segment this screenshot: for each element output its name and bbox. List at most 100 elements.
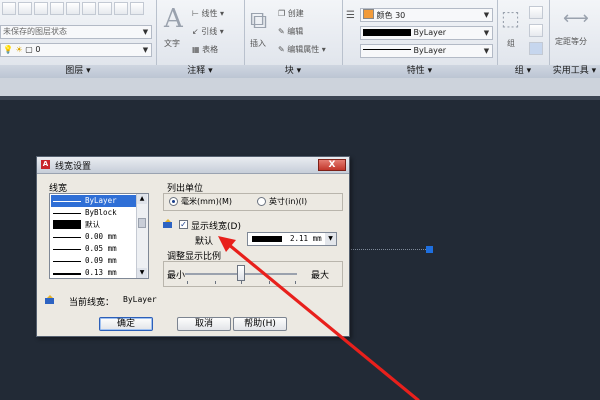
annotation-panel-title[interactable]: 注释 ▾ bbox=[156, 65, 244, 78]
scale-max-label: 最大 bbox=[311, 271, 330, 281]
display-lineweight-checkbox[interactable]: ✓ bbox=[179, 220, 188, 229]
layer-tool-button[interactable] bbox=[98, 2, 112, 15]
scale-slider-thumb[interactable] bbox=[237, 265, 245, 281]
utilities-panel: ⟷ 定距等分 实用工具 ▾ bbox=[549, 0, 600, 78]
chevron-down-icon: ▼ bbox=[142, 46, 149, 54]
layer-tool-button[interactable] bbox=[66, 2, 80, 15]
dialog-title: 线宽设置 bbox=[55, 162, 92, 172]
line-sample bbox=[53, 220, 81, 229]
thick-line-icon bbox=[363, 29, 411, 36]
list-item[interactable]: ByLayer bbox=[51, 195, 138, 207]
table-button[interactable]: ▦ 表格 bbox=[192, 44, 218, 55]
color-square-icon: ▢ bbox=[25, 45, 33, 54]
group-select-button[interactable] bbox=[529, 42, 543, 55]
slider-tick bbox=[241, 281, 242, 284]
create-block-button[interactable]: ❐ 创建 bbox=[278, 8, 304, 19]
table-icon: ▦ bbox=[192, 45, 200, 54]
ok-button[interactable]: 确定 bbox=[99, 317, 153, 331]
radio-inch-label[interactable]: 英寸(in)(I) bbox=[269, 196, 307, 207]
block-panel: ⧉ 插入 ❐ 创建 ✎ 编辑 ✎ 编辑属性 ▾ 块 ▾ bbox=[244, 0, 343, 78]
insert-block-icon[interactable]: ⧉ bbox=[250, 6, 267, 34]
current-lineweight-label: 当前线宽： bbox=[69, 298, 115, 308]
group-label[interactable]: 组 bbox=[507, 38, 515, 49]
group-panel-title[interactable]: 组 ▾ bbox=[497, 65, 549, 78]
color-combo[interactable]: 颜色 30 ▼ bbox=[360, 8, 493, 22]
layer-tool-button[interactable] bbox=[2, 2, 16, 15]
insert-label[interactable]: 插入 bbox=[250, 38, 266, 49]
list-scrollbar[interactable]: ▲ ▼ bbox=[136, 194, 148, 278]
dialog-titlebar[interactable]: A 线宽设置 X bbox=[37, 157, 349, 174]
current-icon-graphic bbox=[45, 295, 54, 304]
radio-mm-label[interactable]: 毫米(mm)(M) bbox=[181, 196, 232, 207]
autocad-logo-icon: A bbox=[41, 160, 50, 169]
ungroup-button[interactable] bbox=[529, 6, 543, 19]
layers-panel-title[interactable]: 图层 ▾ bbox=[0, 65, 156, 78]
current-lineweight-value: ByLayer bbox=[123, 295, 157, 304]
slider-tick bbox=[295, 281, 296, 284]
radio-mm[interactable] bbox=[169, 197, 178, 206]
line-sample bbox=[53, 249, 81, 250]
list-item[interactable]: 默认 bbox=[51, 219, 138, 231]
measure-label[interactable]: 定距等分 bbox=[555, 36, 587, 47]
list-item[interactable]: 0.13 mm bbox=[51, 267, 138, 278]
list-item[interactable]: 0.00 mm bbox=[51, 231, 138, 243]
scroll-up-icon[interactable]: ▲ bbox=[137, 194, 147, 204]
edit-attributes-button[interactable]: ✎ 编辑属性 ▾ bbox=[278, 44, 326, 55]
utilities-panel-title[interactable]: 实用工具 ▾ bbox=[549, 65, 600, 78]
chevron-down-icon: ▼ bbox=[483, 29, 490, 37]
match-properties-icon[interactable]: ☰ bbox=[346, 10, 355, 21]
measure-icon[interactable]: ⟷ bbox=[563, 8, 589, 29]
close-button[interactable]: X bbox=[318, 159, 346, 171]
text-icon[interactable]: A bbox=[164, 4, 183, 34]
group-panel: ⬚ 组 组 ▾ bbox=[497, 0, 550, 78]
chevron-down-icon: ▼ bbox=[142, 28, 149, 36]
text-tool-label[interactable]: 文字 bbox=[164, 38, 180, 49]
list-item[interactable]: ByBlock bbox=[51, 207, 138, 219]
edit-block-button[interactable]: ✎ 编辑 bbox=[278, 26, 303, 37]
sun-icon: ☀ bbox=[15, 45, 23, 54]
group-icon[interactable]: ⬚ bbox=[501, 6, 520, 30]
lineweight-display-icon bbox=[163, 219, 174, 229]
edit-icon: ✎ bbox=[278, 27, 285, 36]
layer-tool-button[interactable] bbox=[34, 2, 48, 15]
scroll-down-icon[interactable]: ▼ bbox=[137, 268, 147, 278]
help-button[interactable]: 帮助(H) bbox=[233, 317, 287, 331]
lineweight-list[interactable]: ByLayer ByBlock 默认 0.00 mm 0.05 mm 0.09 … bbox=[49, 193, 149, 279]
chevron-down-icon: ▼ bbox=[483, 47, 490, 55]
line-sample bbox=[53, 201, 81, 202]
linetype-combo[interactable]: ByLayer ▼ bbox=[360, 44, 493, 58]
layer-tool-button[interactable] bbox=[50, 2, 64, 15]
linear-dim-button[interactable]: ⊢ 线性 ▾ bbox=[192, 8, 224, 19]
list-item[interactable]: 0.09 mm bbox=[51, 255, 138, 267]
display-icon-graphic bbox=[163, 219, 172, 228]
lineweight-combo[interactable]: ByLayer ▼ bbox=[360, 26, 493, 40]
tab-strip-edge bbox=[0, 96, 600, 100]
radio-inch[interactable] bbox=[257, 197, 266, 206]
leader-button[interactable]: ↙ 引线 ▾ bbox=[192, 26, 224, 37]
thin-line-icon bbox=[363, 49, 411, 50]
block-panel-title[interactable]: 块 ▾ bbox=[244, 65, 342, 78]
display-lineweight-label[interactable]: 显示线宽(D) bbox=[191, 219, 241, 232]
layer-tool-button[interactable] bbox=[82, 2, 96, 15]
attribute-icon: ✎ bbox=[278, 45, 285, 54]
layer-state-combo[interactable]: 未保存的图层状态 ▼ bbox=[0, 25, 152, 39]
default-lineweight-dropdown[interactable]: 2.11 mm ▼ bbox=[247, 232, 337, 246]
layer-combo[interactable]: 💡 ☀ ▢ 0 ▼ bbox=[0, 43, 152, 57]
cancel-button[interactable]: 取消 bbox=[177, 317, 231, 331]
selected-line-object[interactable] bbox=[348, 249, 428, 250]
lineweight-settings-dialog: A 线宽设置 X 线宽 ByLayer ByBlock 默认 0.00 mm 0… bbox=[36, 156, 350, 337]
properties-panel-title[interactable]: 特性 ▾ bbox=[342, 65, 497, 78]
line-sample bbox=[53, 213, 81, 214]
scroll-thumb[interactable] bbox=[138, 218, 146, 228]
group-edit-button[interactable] bbox=[529, 24, 543, 37]
line-sample bbox=[252, 236, 282, 242]
layer-tool-button[interactable] bbox=[114, 2, 128, 15]
grip-handle[interactable] bbox=[426, 246, 433, 253]
list-item[interactable]: 0.05 mm bbox=[51, 243, 138, 255]
line-sample bbox=[53, 261, 81, 262]
layer-tool-button[interactable] bbox=[18, 2, 32, 15]
layer-tool-button[interactable] bbox=[130, 2, 144, 15]
scale-min-label: 最小 bbox=[167, 271, 186, 281]
leader-icon: ↙ bbox=[192, 27, 199, 36]
dimension-icon: ⊢ bbox=[192, 9, 199, 18]
